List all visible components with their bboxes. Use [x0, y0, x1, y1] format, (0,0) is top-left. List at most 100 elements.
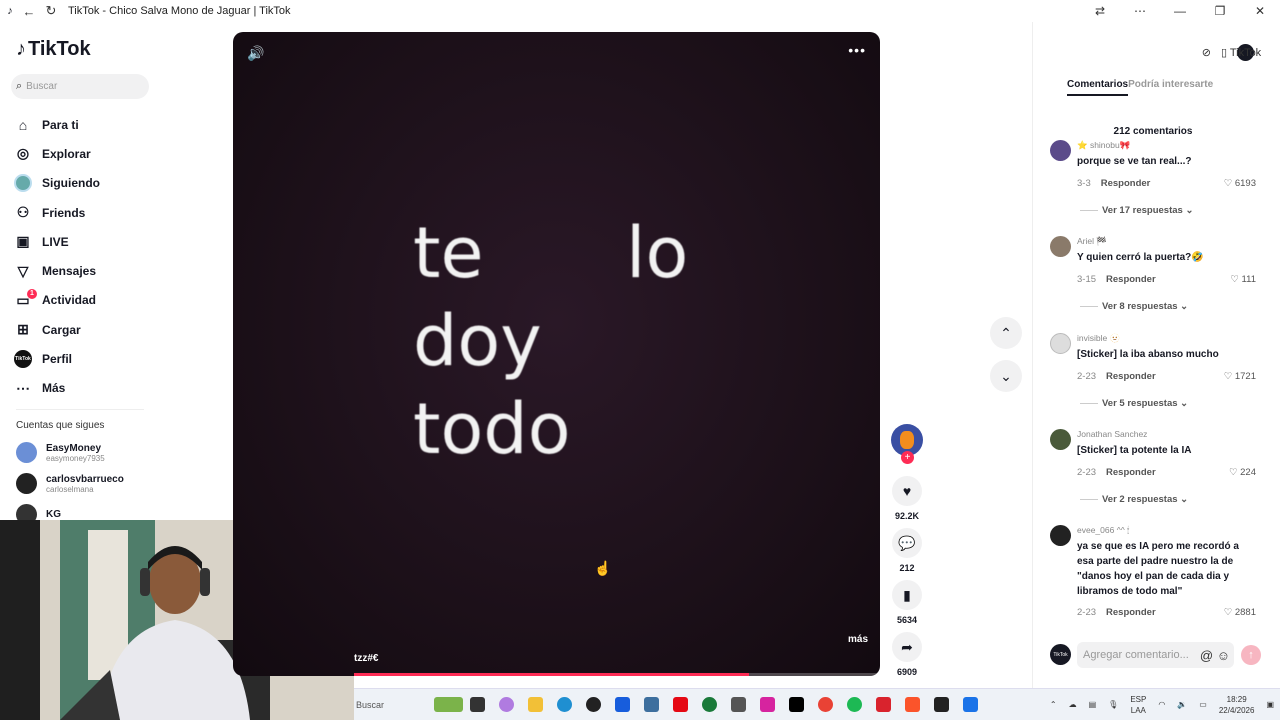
device-icon[interactable]: ▯ — [1221, 46, 1227, 59]
microphone-icon[interactable]: 🎙 — [1108, 700, 1118, 709]
comment-like-button[interactable]: ♡ 6193 — [1224, 178, 1256, 189]
comment-user[interactable]: invisible 🫥 — [1077, 333, 1120, 344]
volume-icon[interactable]: 🔊 — [247, 45, 264, 62]
previous-video-button[interactable]: ⌃ — [990, 317, 1022, 349]
battery-icon[interactable]: ▭ — [1199, 700, 1207, 709]
file-explorer-icon[interactable] — [521, 693, 550, 717]
more-options-icon[interactable]: ••• — [848, 42, 866, 58]
nav-item-actividad[interactable]: ▭ 1 Actividad — [14, 286, 214, 315]
comment-button[interactable]: 💬 212 — [887, 528, 927, 573]
spotify-icon[interactable] — [840, 693, 869, 717]
obs-icon[interactable] — [579, 693, 608, 717]
nav-item-siguiendo[interactable]: Siguiendo — [14, 169, 214, 198]
avatar[interactable] — [1050, 333, 1071, 354]
send-button[interactable]: ↑ — [1241, 645, 1261, 665]
nav-item-mas[interactable]: ⋯ Más — [14, 374, 214, 403]
notifications-icon[interactable]: ▣ — [1266, 700, 1274, 709]
reply-button[interactable]: Responder — [1101, 178, 1151, 189]
copilot-icon[interactable] — [492, 693, 521, 717]
comment-like-button[interactable]: ♡ 111 — [1230, 274, 1256, 285]
edge-icon[interactable] — [550, 693, 579, 717]
reload-icon[interactable]: ↻ — [40, 3, 62, 19]
comment-user[interactable]: Ariel 🏁 — [1077, 236, 1107, 247]
calculator-icon[interactable] — [637, 693, 666, 717]
taskbar-search[interactable]: Buscar — [354, 700, 434, 710]
view-replies-button[interactable]: Ver 8 respuestas ⌄ — [1080, 301, 1188, 312]
chrome-icon[interactable] — [811, 693, 840, 717]
mention-emoji-icons[interactable]: @ ☺ — [1200, 648, 1230, 663]
tiktok-logo[interactable]: ♪ TikTok — [16, 38, 91, 61]
comment-input[interactable]: Agregar comentario... @ ☺ — [1077, 642, 1234, 668]
netflix-icon[interactable] — [666, 693, 695, 717]
comment-like-button[interactable]: ♡ 1721 — [1224, 371, 1256, 382]
view-replies-label: Ver 5 respuestas — [1102, 398, 1178, 409]
search-input[interactable]: ⌕ Buscar — [11, 74, 149, 99]
minimize-icon[interactable]: — — [1160, 4, 1200, 18]
comment-user[interactable]: evee_066 ^^ 🕯 — [1077, 525, 1129, 536]
maximize-icon[interactable]: ❐ — [1200, 4, 1240, 18]
nav-item-live[interactable]: ▣ LIVE — [14, 227, 214, 256]
tab-comments[interactable]: Comentarios — [1067, 79, 1129, 96]
tiktok-app-icon[interactable] — [782, 693, 811, 717]
clipboard-icon[interactable]: ▤ — [1089, 700, 1097, 709]
tab-related[interactable]: Podría interesarte — [1128, 79, 1213, 96]
reply-button[interactable]: Responder — [1106, 607, 1156, 618]
video-player[interactable]: 🔊 ••• te lo doy todo más tzz#€ ☝ — [233, 32, 880, 676]
nav-item-friends[interactable]: ⚇ Friends — [14, 198, 214, 227]
upwork-icon[interactable] — [695, 693, 724, 717]
nav-item-explorar[interactable]: ◎ Explorar — [14, 139, 214, 168]
brave-icon[interactable] — [898, 693, 927, 717]
comment-text: ya se que es IA pero me recordó a esa pa… — [1077, 541, 1239, 597]
like-button[interactable]: ♥ 92.2K — [887, 476, 927, 521]
video-progress[interactable] — [354, 673, 880, 676]
view-replies-button[interactable]: Ver 17 respuestas ⌄ — [1080, 205, 1193, 216]
follow-plus-icon[interactable]: + — [901, 451, 914, 464]
comment-likes: 6193 — [1234, 178, 1256, 189]
language-indicator[interactable]: ESP LAA — [1130, 694, 1146, 716]
clock[interactable]: 18:29 22/4/2026 — [1219, 694, 1255, 716]
menu-icon[interactable]: ⋯ — [1120, 4, 1160, 18]
avatar[interactable] — [1050, 525, 1071, 546]
avatar[interactable] — [1050, 429, 1071, 450]
chevron-up-icon[interactable]: ⌃ — [1050, 700, 1057, 709]
share-button[interactable]: ➦ 6909 — [887, 632, 927, 677]
landscape-widget-icon[interactable] — [434, 693, 463, 717]
reply-button[interactable]: Responder — [1106, 467, 1156, 478]
android-icon[interactable] — [927, 693, 956, 717]
close-icon[interactable]: ✕ — [1240, 4, 1280, 18]
vpn-icon[interactable] — [869, 693, 898, 717]
task-view-icon[interactable] — [463, 693, 492, 717]
nav-item-cargar[interactable]: ⊞ Cargar — [14, 315, 214, 344]
comment-like-button[interactable]: ♡ 224 — [1229, 467, 1256, 478]
comment-like-button[interactable]: ♡ 2881 — [1224, 607, 1256, 618]
comment-user[interactable]: Jonathan Sanchez — [1077, 429, 1147, 439]
following-account[interactable]: carlosvbarrueco carloselmana — [16, 473, 124, 494]
coin-icon[interactable]: ⊘ — [1202, 46, 1211, 59]
lyric-word: todo — [413, 388, 571, 470]
next-video-button[interactable]: ⌄ — [990, 360, 1022, 392]
following-account[interactable]: EasyMoney easymoney7935 — [16, 442, 105, 463]
comment-user[interactable]: ⭐ shinobu🎀 — [1077, 140, 1130, 151]
avatar[interactable] — [1050, 236, 1071, 257]
instagram-icon[interactable] — [753, 693, 782, 717]
notepad-icon[interactable] — [724, 693, 753, 717]
back-icon[interactable]: ← — [18, 4, 40, 19]
reply-button[interactable]: Responder — [1106, 371, 1156, 382]
wifi-icon[interactable]: ◠ — [1158, 700, 1165, 709]
capcut-icon[interactable] — [956, 693, 985, 717]
chevron-down-icon: ⌄ — [1182, 205, 1194, 216]
translate-icon[interactable]: ⇄ — [1080, 4, 1120, 18]
avatar[interactable] — [1050, 140, 1071, 161]
nav-item-mensajes[interactable]: ▽ Mensajes — [14, 256, 214, 285]
view-replies-button[interactable]: Ver 5 respuestas ⌄ — [1080, 398, 1188, 409]
more-caption-button[interactable]: más — [848, 634, 868, 645]
reply-button[interactable]: Responder — [1106, 274, 1156, 285]
profile-avatar[interactable]: TikTok — [1230, 44, 1261, 61]
view-replies-button[interactable]: Ver 2 respuestas ⌄ — [1080, 494, 1188, 505]
volume-icon[interactable]: 🔉 — [1177, 700, 1187, 709]
onedrive-icon[interactable]: ☁ — [1069, 700, 1077, 709]
nav-item-para-ti[interactable]: ⌂ Para ti — [14, 110, 214, 139]
save-button[interactable]: ▮ 5634 — [887, 580, 927, 625]
bitwarden-icon[interactable] — [608, 693, 637, 717]
nav-item-perfil[interactable]: TikTok Perfil — [14, 344, 214, 373]
